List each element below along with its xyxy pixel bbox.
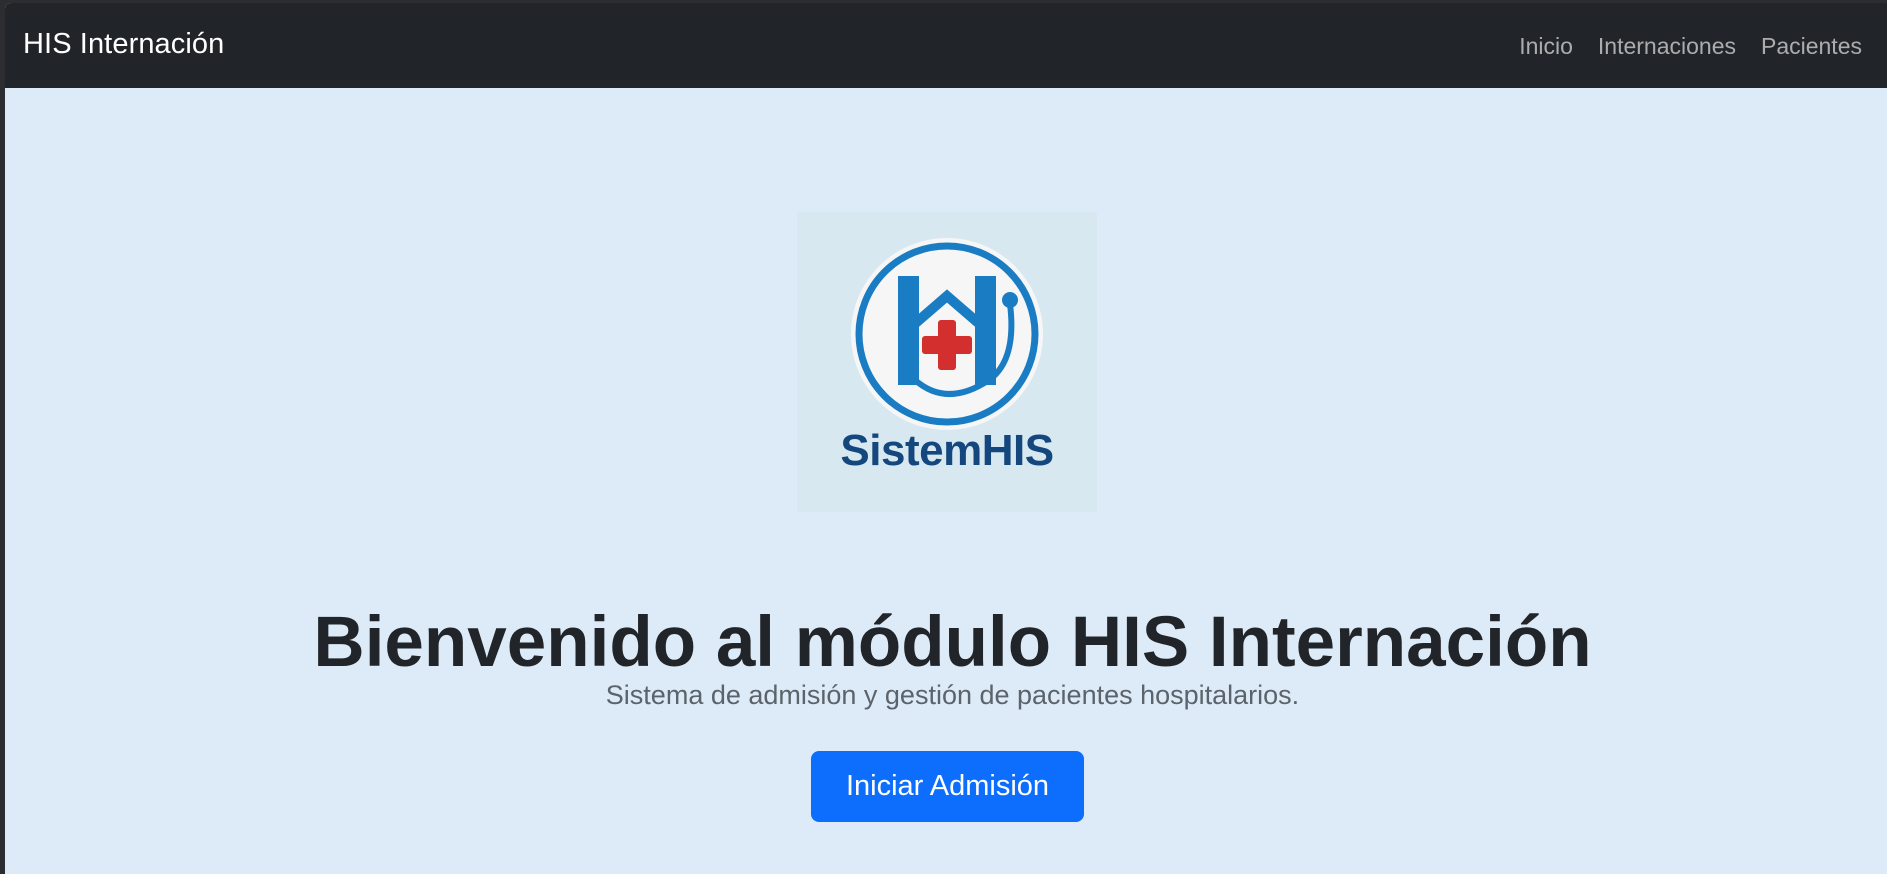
page-title: Bienvenido al módulo HIS Internación: [313, 602, 1592, 682]
nav-link-internaciones[interactable]: Internaciones: [1598, 33, 1736, 60]
app-window: HIS Internación Inicio Internaciones Pac…: [5, 3, 1887, 874]
navbar-brand[interactable]: HIS Internación: [23, 28, 224, 61]
start-admission-button[interactable]: Iniciar Admisión: [811, 751, 1084, 822]
nav-link-pacientes[interactable]: Pacientes: [1761, 33, 1862, 60]
nav-links: Inicio Internaciones Pacientes: [1519, 33, 1862, 60]
logo-text: SistemHIS: [840, 426, 1054, 475]
sistemhis-logo: SistemHIS: [797, 212, 1097, 512]
page-subtitle: Sistema de admisión y gestión de pacient…: [605, 680, 1300, 710]
logo-cross-horizontal: [922, 336, 972, 354]
hero-section: SistemHIS Bienvenido al módulo HIS Inter…: [5, 88, 1887, 874]
nav-link-inicio[interactable]: Inicio: [1519, 33, 1573, 60]
top-navbar: HIS Internación Inicio Internaciones Pac…: [5, 3, 1887, 88]
logo-swoosh-dot: [1002, 292, 1018, 308]
